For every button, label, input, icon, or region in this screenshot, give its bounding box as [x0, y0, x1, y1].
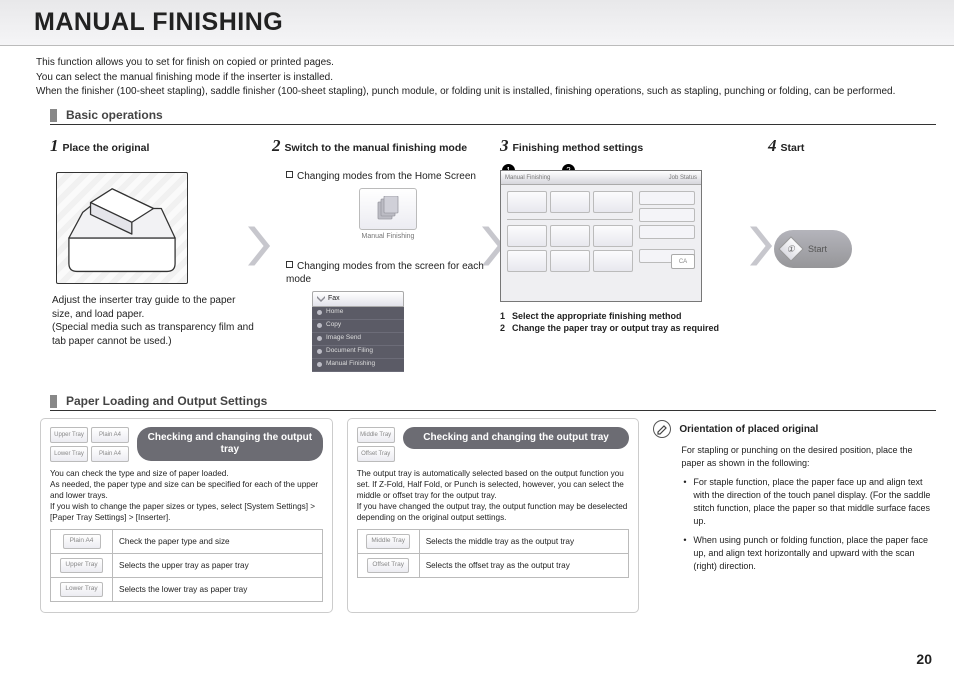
- orientation-bullet: When using punch or folding function, pl…: [681, 534, 936, 573]
- mode-item: Home: [326, 308, 343, 317]
- mode-dropdown: Fax Home Copy Image Send Document Filing…: [312, 291, 404, 372]
- step3-note: Change the paper tray or output tray as …: [512, 322, 719, 334]
- note-number: 1: [500, 310, 508, 322]
- step-1: 1 Place the original Adjust the inserter …: [50, 136, 258, 348]
- table-text: Selects the upper tray as paper tray: [113, 554, 323, 578]
- offset-tray-button: Offset Tray: [357, 446, 395, 462]
- middle-tray-button: Middle Tray: [357, 427, 395, 443]
- plain-a4-button: Plain A4: [91, 446, 129, 462]
- output-tray-card-1: Upper Tray Plain A4 Lower Tray Plain A4 …: [40, 418, 333, 613]
- step1-note: (Special media such as transparency film…: [52, 321, 254, 348]
- start-label: Start: [808, 244, 827, 254]
- steps-row: 1 Place the original Adjust the inserter …: [50, 136, 936, 382]
- home-icon-label: Manual Finishing: [359, 232, 417, 241]
- step-title: Start: [781, 142, 805, 154]
- touch-panel-preview: Manual Finishing Job Status CA: [500, 170, 702, 302]
- step-3: 3 Finishing method settings 1 2 Manual Fi…: [500, 136, 770, 334]
- step-number: 2: [272, 136, 281, 155]
- job-status-label: Job Status: [669, 175, 697, 181]
- step-number: 3: [500, 136, 509, 155]
- page-number: 20: [916, 651, 932, 667]
- orientation-notes: Orientation of placed original For stapl…: [653, 418, 936, 613]
- card-title-pill: Checking and changing the output tray: [137, 427, 323, 461]
- card-text: You can check the type and size of paper…: [50, 468, 323, 479]
- step-title: Finishing method settings: [513, 142, 644, 154]
- step2-bullet: Changing modes from the screen for each …: [286, 261, 484, 286]
- step-number: 1: [50, 136, 59, 155]
- tray-buttons-preview: Middle Tray Offset Tray: [357, 427, 395, 462]
- mode-item: Manual Finishing: [326, 360, 375, 369]
- step1-note: Adjust the inserter tray guide to the pa…: [52, 294, 254, 321]
- intro-line: You can select the manual finishing mode…: [36, 71, 930, 86]
- upper-tray-button: Upper Tray: [50, 427, 88, 443]
- card-title-pill: Checking and changing the output tray: [403, 427, 630, 449]
- mode-item: Document Filing: [326, 347, 373, 356]
- card-text: If you have changed the output tray, the…: [357, 501, 630, 523]
- step-number: 4: [768, 136, 777, 155]
- step-title: Switch to the manual finishing mode: [285, 142, 468, 154]
- step3-notes: 1 Select the appropriate finishing method…: [500, 310, 770, 334]
- table-icon: Lower Tray: [60, 582, 102, 597]
- orientation-bullet: For staple function, place the paper fac…: [681, 476, 936, 528]
- intro-line: When the finisher (100-sheet stapling), …: [36, 85, 930, 100]
- step3-note: Select the appropriate finishing method: [512, 310, 682, 322]
- tray-table: Plain A4 Check the paper type and size Up…: [50, 529, 323, 601]
- orientation-title: Orientation of placed original: [679, 424, 818, 435]
- table-icon: Middle Tray: [366, 534, 410, 549]
- card-text: If you wish to change the paper sizes or…: [50, 501, 323, 523]
- mode-top-label: Fax: [328, 294, 340, 303]
- card-text: The output tray is automatically selecte…: [357, 468, 630, 501]
- table-text: Selects the middle tray as the output tr…: [419, 530, 629, 554]
- orientation-lead: For stapling or punching on the desired …: [681, 444, 936, 470]
- pencil-circle-icon: [653, 420, 671, 438]
- mode-item: Copy: [326, 321, 341, 330]
- table-text: Selects the offset tray as the output tr…: [419, 554, 629, 578]
- table-icon: Offset Tray: [367, 558, 409, 573]
- step2-bullet: Changing modes from the Home Screen: [297, 171, 476, 182]
- square-bullet-icon: [286, 171, 293, 178]
- tray-table: Middle Tray Selects the middle tray as th…: [357, 529, 630, 578]
- table-icon: Upper Tray: [60, 558, 102, 573]
- mode-item: Image Send: [326, 334, 361, 343]
- intro-text: This function allows you to set for fini…: [36, 56, 930, 100]
- square-bullet-icon: [286, 261, 293, 268]
- page-title: MANUAL FINISHING: [34, 8, 283, 37]
- card-text: As needed, the paper type and size can b…: [50, 479, 323, 501]
- step-2: 2 Switch to the manual finishing mode Cha…: [272, 136, 490, 372]
- table-icon: Plain A4: [63, 534, 101, 549]
- step-4: 4 Start ① Start: [768, 136, 938, 268]
- start-button[interactable]: ① Start: [774, 230, 852, 268]
- note-number: 2: [500, 322, 508, 334]
- plain-a4-button: Plain A4: [91, 427, 129, 443]
- ca-button: CA: [671, 254, 695, 269]
- intro-line: This function allows you to set for fini…: [36, 56, 930, 71]
- step-title: Place the original: [63, 142, 150, 154]
- panel-title: Manual Finishing: [505, 175, 550, 181]
- tray-buttons-preview: Upper Tray Plain A4 Lower Tray Plain A4: [50, 427, 129, 462]
- inserter-illustration: [56, 172, 188, 284]
- section-basic-operations: Basic operations: [50, 108, 936, 125]
- table-text: Check the paper type and size: [113, 530, 323, 554]
- home-screen-icon: Manual Finishing: [359, 188, 417, 256]
- lower-tray-button: Lower Tray: [50, 446, 88, 462]
- output-tray-card-2: Middle Tray Offset Tray Checking and cha…: [347, 418, 640, 613]
- start-diamond-icon: ①: [778, 236, 803, 261]
- table-text: Selects the lower tray as paper tray: [113, 577, 323, 601]
- section-paper-loading: Paper Loading and Output Settings: [50, 394, 936, 411]
